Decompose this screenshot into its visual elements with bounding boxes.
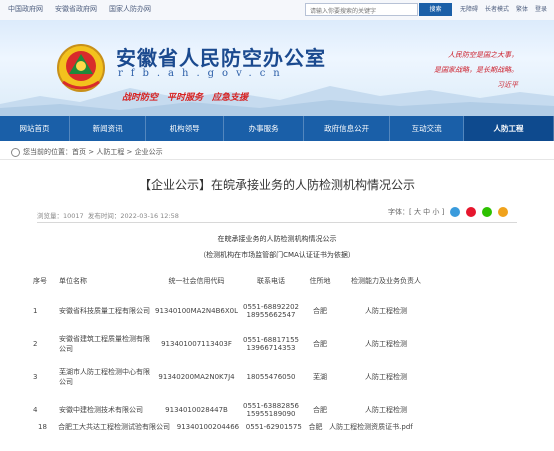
row-code: 91340100MA2N4B6X0L	[155, 306, 239, 315]
document-heading: 在皖承接业务的人防检测机构情况公示	[217, 235, 337, 243]
table-row-last: 18 合肥工大共达工程检测试验有限公司 91340100204466 0551-…	[38, 422, 413, 432]
row-phone-2: 15955189090	[246, 409, 296, 418]
row-city: 芜湖	[313, 372, 328, 381]
article-views: 浏览量：10017	[37, 212, 84, 220]
row-name: 安徽省建筑工程质量检测有限公司	[59, 334, 150, 353]
row-scope: 人防工程检测	[365, 339, 408, 348]
breadcrumb-current[interactable]: 企业公示	[135, 148, 163, 156]
document-subheading: （检测机构在市场监管部门CMA认证证书为依据）	[199, 251, 355, 259]
share-wechat-icon[interactable]	[482, 207, 493, 217]
breadcrumb-label: 您当前的位置：	[23, 148, 72, 156]
site-slogan: 战时防空 平时服务 应急支援	[122, 93, 249, 103]
top-link-province[interactable]: 安徽省政府网	[55, 4, 97, 14]
row-phone: 0551-62901575	[245, 423, 302, 431]
location-icon	[11, 147, 20, 157]
row-code: 91340100204466	[176, 423, 240, 431]
row-phone: 18055476050	[240, 360, 302, 393]
row-no: 2	[33, 339, 38, 348]
col-city: 住所地	[309, 277, 331, 285]
row-city: 合肥	[313, 339, 328, 348]
table-row: 3 芜湖市人防工程检测中心有限公司 91340200MA2N0K7J4 1805…	[31, 360, 434, 393]
traditional-link[interactable]: 繁体	[516, 4, 528, 13]
nav-civil-defense-engineering[interactable]: 人防工程	[464, 116, 554, 141]
elder-mode-link[interactable]: 长者模式	[485, 4, 509, 13]
article-meta: 浏览量：10017 发布时间：2022-03-16 12:58	[37, 210, 179, 220]
top-links: 中国政府网 安徽省政府网 国家人防办网	[8, 4, 151, 14]
login-link[interactable]: 登录	[535, 4, 547, 13]
row-phone: 0551-68817155 13966714353	[240, 327, 302, 360]
row-phone-1: 0551-63882856	[243, 401, 299, 410]
article-tools: 字体：[ 大 中 小 ]	[388, 207, 509, 217]
nav-home[interactable]: 网站首页	[0, 116, 71, 141]
col-phone: 联系电话	[257, 277, 286, 285]
row-phone: 0551-68892202 18955662547	[240, 294, 302, 327]
search-button[interactable]: 搜索	[419, 3, 452, 16]
breadcrumb: 您当前的位置：首页 > 人防工程 > 企业公示	[11, 147, 163, 157]
pdf-attachment-link[interactable]: 人防工程检测资质证书.pdf	[329, 423, 413, 431]
nav-gov-info[interactable]: 政府信息公开	[304, 116, 391, 141]
nav-services[interactable]: 办事服务	[224, 116, 305, 141]
share-qzone-icon[interactable]	[450, 207, 461, 217]
font-size-control[interactable]: 字体：[ 大 中 小 ]	[388, 207, 444, 217]
share-more-icon[interactable]	[498, 207, 509, 217]
table-row: 2 安徽省建筑工程质量检测有限公司 913401007113403F 0551-…	[31, 327, 434, 360]
table-row: 1 安徽省科技质量工程有限公司 91340100MA2N4B6X0L 0551-…	[31, 294, 434, 327]
row-city: 合肥	[313, 306, 328, 315]
site-domain: rfb.ah.gov.cn	[118, 68, 288, 79]
col-name: 单位名称	[59, 277, 87, 285]
search-input[interactable]: 请输入你要搜索的关键字	[305, 3, 418, 16]
row-no: 18	[38, 423, 47, 431]
row-city: 合肥	[308, 423, 323, 431]
meta-divider	[37, 222, 517, 223]
top-link-gov[interactable]: 中国政府网	[8, 4, 43, 14]
table-header: 序号 单位名称 统一社会信用代码 联系电话 住所地 检测能力及业务负责人	[31, 268, 434, 294]
breadcrumb-engineering[interactable]: 人防工程	[96, 148, 124, 156]
quote-line-1: 人民防空是国之大事，	[448, 51, 518, 59]
civil-defense-emblem-icon	[57, 44, 105, 92]
accessibility-link[interactable]: 无障碍	[460, 4, 478, 13]
top-right-links: 无障碍 长者模式 繁体 登录	[460, 4, 547, 13]
divider	[0, 159, 554, 160]
col-scope: 检测能力及业务负责人	[351, 277, 422, 285]
row-scope: 人防工程检测	[365, 372, 408, 381]
row-phone-2: 18955662547	[246, 310, 296, 319]
site-title: 安徽省人民防空办公室	[116, 46, 326, 70]
leader-quote: 人民防空是国之大事， 是国家战略，是长期战略。 习近平	[368, 48, 518, 93]
row-phone-1: 18055476050	[246, 372, 296, 381]
breadcrumb-home[interactable]: 首页	[72, 148, 86, 156]
top-bar: 中国政府网 安徽省政府网 国家人防办网 请输入你要搜索的关键字 搜索 无障碍 长…	[0, 0, 554, 21]
nav-interaction[interactable]: 互动交流	[390, 116, 465, 141]
row-phone-2: 13966714353	[246, 343, 296, 352]
nav-news[interactable]: 新闻资讯	[70, 116, 147, 141]
row-name: 合肥工大共达工程检测试验有限公司	[58, 423, 171, 431]
article-title: 【企业公示】在皖承接业务的人防检测机构情况公示	[138, 178, 415, 192]
row-phone-1: 0551-68817155	[243, 335, 299, 344]
top-link-national[interactable]: 国家人防办网	[109, 4, 151, 14]
row-no: 3	[33, 372, 38, 381]
site-banner: 安徽省人民防空办公室 rfb.ah.gov.cn 战时防空 平时服务 应急支援 …	[0, 20, 554, 116]
row-code: 913401007113403F	[161, 339, 232, 348]
quote-line-2: 是国家战略，是长期战略。	[434, 66, 518, 74]
row-no: 1	[33, 306, 38, 315]
quote-line-3: 习近平	[497, 81, 518, 89]
main-nav: 网站首页 新闻资讯 机构领导 办事服务 政府信息公开 互动交流 人防工程	[0, 116, 554, 141]
row-name: 安徽省科技质量工程有限公司	[59, 306, 150, 315]
col-no: 序号	[33, 277, 47, 285]
document-image: 在皖承接业务的人防检测机构情况公示 （检测机构在市场监管部门CMA认证证书为依据…	[0, 232, 554, 451]
article-date: 发布时间：2022-03-16 12:58	[87, 212, 179, 220]
row-code: 91340200MA2N0K7J4	[158, 372, 235, 381]
col-code: 统一社会信用代码	[168, 277, 225, 285]
row-name: 芜湖市人防工程检测中心有限公司	[59, 367, 150, 386]
organization-table: 序号 单位名称 统一社会信用代码 联系电话 住所地 检测能力及业务负责人 1 安…	[31, 268, 434, 426]
row-phone-1: 0551-68892202	[243, 302, 299, 311]
share-weibo-icon[interactable]	[466, 207, 477, 217]
nav-leaders[interactable]: 机构领导	[146, 116, 225, 141]
row-scope: 人防工程检测	[365, 306, 408, 315]
